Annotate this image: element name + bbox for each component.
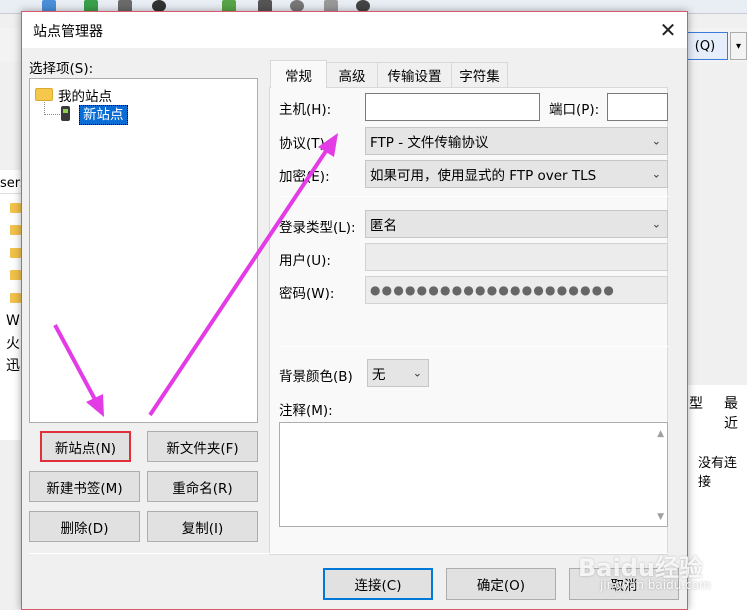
scroll-down-icon[interactable]: ▼ bbox=[657, 512, 664, 522]
background-color-value: 无 bbox=[372, 367, 386, 383]
user-input[interactable] bbox=[365, 243, 668, 271]
tree-connector bbox=[44, 114, 60, 115]
new-folder-button[interactable]: 新文件夹(F) bbox=[147, 431, 258, 462]
site-tree[interactable]: 我的站点 新站点 bbox=[29, 78, 258, 423]
port-input[interactable] bbox=[607, 93, 668, 121]
new-site-button[interactable]: 新站点(N) bbox=[40, 431, 131, 462]
separator bbox=[29, 553, 668, 554]
folder-icon bbox=[35, 88, 53, 101]
logon-type-label: 登录类型(L): bbox=[279, 220, 356, 236]
scroll-up-icon[interactable]: ▲ bbox=[657, 429, 664, 439]
select-entry-label: 选择项(S): bbox=[29, 61, 94, 77]
tab-transfer-settings[interactable]: 传输设置 bbox=[377, 62, 452, 87]
copy-button[interactable]: 复制(I) bbox=[147, 511, 258, 542]
protocol-value: FTP - 文件传输协议 bbox=[370, 135, 489, 151]
separator bbox=[279, 196, 668, 197]
connect-button[interactable]: 连接(C) bbox=[323, 568, 433, 600]
new-bookmark-button[interactable]: 新建书签(M) bbox=[29, 471, 140, 502]
quickconnect-dropdown-icon[interactable]: ▾ bbox=[730, 32, 747, 60]
password-input[interactable]: ●●●●●●●●●●●●●●●●●●●●● bbox=[365, 276, 668, 304]
baidu-watermark-url: jingyan.baidu.com bbox=[600, 578, 711, 592]
chevron-down-icon: ⌄ bbox=[651, 167, 661, 181]
user-label: 用户(U): bbox=[279, 253, 331, 269]
host-label: 主机(H): bbox=[279, 102, 332, 118]
background-text: 迅 bbox=[6, 358, 20, 374]
close-icon[interactable]: ✕ bbox=[648, 12, 688, 48]
comments-textarea[interactable]: ▲ ▼ bbox=[279, 422, 668, 527]
encryption-select[interactable]: 如果可用，使用显式的 FTP over TLS ⌄ bbox=[365, 160, 668, 188]
ok-button[interactable]: 确定(O) bbox=[446, 568, 556, 600]
tree-item-new-site[interactable]: 新站点 bbox=[79, 105, 128, 125]
server-led-icon bbox=[63, 109, 68, 113]
tree-root-my-sites[interactable]: 我的站点 bbox=[58, 85, 112, 105]
no-connection-text: 没有连接 bbox=[698, 456, 738, 490]
background-text: 火 bbox=[6, 336, 20, 352]
separator bbox=[279, 346, 668, 347]
folder-icon bbox=[10, 225, 21, 235]
comments-label: 注释(M): bbox=[279, 403, 333, 419]
column-header[interactable]: 最近 bbox=[724, 393, 747, 433]
encryption-label: 加密(E): bbox=[279, 169, 330, 185]
tab-charset[interactable]: 字符集 bbox=[451, 62, 508, 87]
delete-button[interactable]: 删除(D) bbox=[29, 511, 140, 542]
column-header[interactable]: 型 bbox=[689, 393, 703, 413]
dialog-titlebar[interactable]: 站点管理器 ✕ bbox=[22, 12, 687, 48]
logon-type-value: 匿名 bbox=[370, 218, 397, 234]
background-color-select[interactable]: 无 ⌄ bbox=[367, 359, 429, 387]
password-label: 密码(W): bbox=[279, 286, 335, 302]
chevron-down-icon: ⌄ bbox=[412, 366, 422, 380]
host-input[interactable] bbox=[365, 93, 540, 121]
folder-icon bbox=[10, 270, 21, 280]
tab-advanced[interactable]: 高级 bbox=[326, 62, 378, 87]
logon-type-select[interactable]: 匿名 ⌄ bbox=[365, 210, 668, 238]
quickconnect-button[interactable]: (Q) bbox=[682, 32, 728, 60]
folder-icon bbox=[10, 203, 21, 213]
encryption-value: 如果可用，使用显式的 FTP over TLS bbox=[370, 168, 597, 184]
tab-general[interactable]: 常规 bbox=[270, 60, 327, 88]
rename-button[interactable]: 重命名(R) bbox=[147, 471, 258, 502]
background-text: W bbox=[6, 313, 20, 329]
folder-icon bbox=[10, 293, 21, 303]
background-color-label: 背景颜色(B) bbox=[279, 369, 353, 385]
port-label: 端口(P): bbox=[549, 102, 600, 118]
site-manager-dialog: 站点管理器 ✕ 选择项(S): 我的站点 新站点 新站点(N) 新文件夹(F) … bbox=[21, 11, 688, 610]
protocol-select[interactable]: FTP - 文件传输协议 ⌄ bbox=[365, 127, 668, 155]
chevron-down-icon: ⌄ bbox=[651, 217, 661, 231]
dialog-title: 站点管理器 bbox=[33, 24, 103, 40]
chevron-down-icon: ⌄ bbox=[651, 134, 661, 148]
folder-icon bbox=[10, 248, 21, 258]
protocol-label: 协议(T): bbox=[279, 136, 330, 152]
